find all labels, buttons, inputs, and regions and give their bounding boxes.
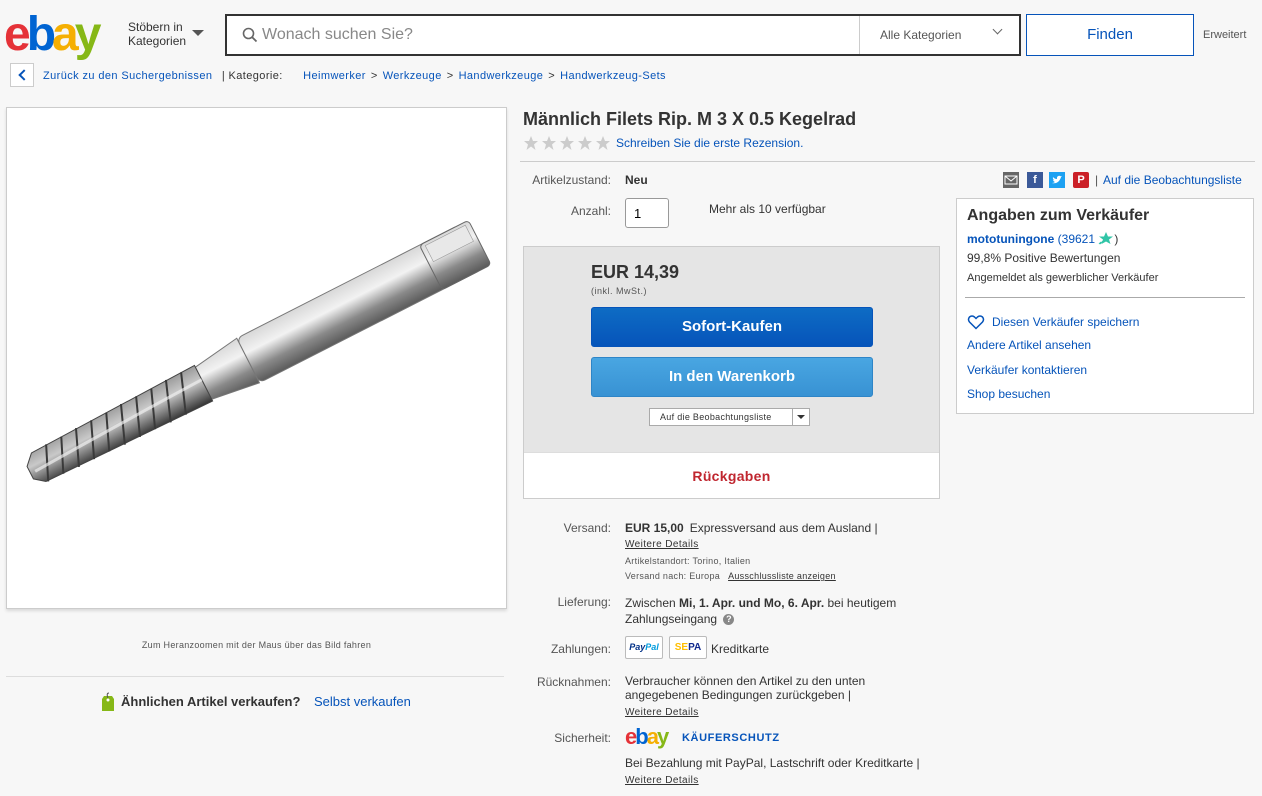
twitter-icon[interactable] <box>1049 172 1065 188</box>
rating-stars <box>524 136 610 150</box>
security-label: Sicherheit: <box>554 731 611 745</box>
star-icon <box>1099 232 1114 245</box>
browse-label-line1: Stöbern in <box>128 20 183 34</box>
buy-now-button[interactable]: Sofort-Kaufen <box>591 307 873 347</box>
quantity-label: Anzahl: <box>570 204 611 218</box>
security-description: Bei Bezahlung mit PayPal, Lastschrift od… <box>625 756 920 770</box>
ships-to-text: Versand nach: Europa <box>625 571 721 581</box>
ships-to: Versand nach: Europa Ausschlussliste anze… <box>625 571 836 581</box>
breadcrumb-item-heimwerker[interactable]: Heimwerker <box>303 70 366 82</box>
write-review-link[interactable]: Schreiben Sie die erste Rezension. <box>616 136 803 150</box>
returns-text: Verbraucher können den Artikel zu den un… <box>625 674 866 702</box>
item-title: Männlich Filets Rip. M 3 X 0.5 Kegelrad <box>523 109 857 129</box>
watchlist-dropdown[interactable] <box>792 409 809 425</box>
sell-similar-question: Ähnlichen Artikel verkaufen? <box>121 694 301 709</box>
exclusion-list-link[interactable]: Ausschlussliste anzeigen <box>728 571 836 581</box>
delivery-pre: Zwischen <box>625 596 676 610</box>
feedback-close: ) <box>1114 232 1119 246</box>
chevron-down-icon[interactable] <box>192 30 204 36</box>
registered-business: Angemeldet als gewerblicher Verkäufer <box>967 272 1159 284</box>
sepa-icon: SEPA <box>669 636 707 659</box>
help-icon[interactable]: ? <box>723 614 735 626</box>
returns-label: Rücknahmen: <box>536 675 611 689</box>
shipping-info: EUR 15,00 Expressversand aus dem Ausland … <box>625 521 878 535</box>
divider <box>965 297 1245 298</box>
delivery-dates: Mi, 1. Apr. und Mo, 6. Apr. <box>679 596 825 610</box>
credit-card-text: Kreditkarte <box>711 642 770 656</box>
add-to-cart-button[interactable]: In den Warenkorb <box>591 357 873 397</box>
email-icon[interactable] <box>1003 172 1019 188</box>
other-items-link[interactable]: Andere Artikel ansehen <box>967 338 1091 352</box>
shipping-details-link[interactable]: Weitere Details <box>625 539 699 550</box>
price: EUR 14,39 <box>591 262 680 282</box>
paypal-icon: PayPal <box>625 636 663 659</box>
delivery-label: Lieferung: <box>557 595 611 609</box>
breadcrumb-separator: > <box>446 70 454 82</box>
shipping-price: EUR 15,00 <box>625 521 684 535</box>
find-button[interactable]: Finden <box>1026 14 1194 56</box>
breadcrumb-item-handwerkzeuge[interactable]: Handwerkzeuge <box>459 70 544 82</box>
chevron-left-icon <box>18 69 30 81</box>
vat-note: (inkl. MwSt.) <box>591 286 647 296</box>
feedback-score-link[interactable]: 39621 <box>1062 232 1095 246</box>
breadcrumb: Zurück zu den Suchergebnissen | Kategori… <box>43 70 666 82</box>
search-icon <box>242 27 258 43</box>
shipping-method: Expressversand aus dem Ausland | <box>689 521 878 535</box>
breadcrumb-item-handwerkzeug-sets[interactable]: Handwerkzeug-Sets <box>560 70 666 82</box>
category-label: | Kategorie: <box>221 70 283 82</box>
product-image-panel[interactable] <box>6 107 507 609</box>
security-details-link[interactable]: Weitere Details <box>625 775 699 786</box>
seller-name-link[interactable]: mototuningone <box>967 232 1054 246</box>
watchlist-label: Auf die Beobachtungsliste <box>660 412 772 422</box>
heart-icon[interactable] <box>967 314 985 330</box>
breadcrumb-item-werkzeuge[interactable]: Werkzeuge <box>383 70 442 82</box>
price-tag-icon <box>102 692 114 711</box>
buyer-protection-label: KÄUFERSCHUTZ <box>682 732 780 744</box>
availability-text: Mehr als 10 verfügbar <box>709 202 826 216</box>
visit-shop-link[interactable]: Shop besuchen <box>967 387 1050 401</box>
search-input[interactable] <box>262 18 852 52</box>
returns-link[interactable]: Rückgaben <box>524 452 939 498</box>
browse-categories-button[interactable]: Stöbern in Kategorien <box>128 20 186 48</box>
ebay-logo[interactable]: ebay <box>4 10 124 60</box>
add-to-watchlist-button[interactable]: Auf die Beobachtungsliste <box>649 408 810 426</box>
condition-value: Neu <box>625 173 648 187</box>
divider <box>520 161 1255 162</box>
seller-info-title: Angaben zum Verkäufer <box>967 207 1150 224</box>
browse-label-line2: Kategorien <box>128 34 187 48</box>
ebay-small-logo: ebay <box>625 724 669 749</box>
watchlist-link[interactable]: Auf die Beobachtungsliste <box>1103 173 1242 187</box>
category-select-value: Alle Kategorien <box>880 28 962 42</box>
separator: | <box>1095 173 1099 187</box>
quantity-input[interactable] <box>625 198 669 228</box>
shipping-label: Versand: <box>563 521 611 535</box>
breadcrumb-separator: > <box>370 70 378 82</box>
zoom-hint: Zum Heranzoomen mit der Maus über das Bi… <box>141 640 372 650</box>
sell-yourself-link[interactable]: Selbst verkaufen <box>314 694 411 709</box>
save-seller-link[interactable]: Diesen Verkäufer speichern <box>992 315 1139 329</box>
back-button[interactable] <box>10 63 34 87</box>
contact-seller-link[interactable]: Verkäufer kontaktieren <box>967 363 1087 377</box>
payment-label: Zahlungen: <box>550 642 611 656</box>
item-location: Artikelstandort: Torino, Italien <box>625 556 751 566</box>
caret-down-icon <box>797 415 805 419</box>
facebook-icon[interactable]: f <box>1027 172 1043 188</box>
delivery-info: Zwischen Mi, 1. Apr. und Mo, 6. Apr. bei… <box>625 595 935 627</box>
category-select[interactable]: Alle Kategorien <box>859 16 1019 54</box>
breadcrumb-separator: > <box>548 70 556 82</box>
divider <box>6 676 504 677</box>
condition-label: Artikelzustand: <box>532 173 611 187</box>
security-text: Bei Bezahlung mit PayPal, Lastschrift od… <box>625 755 925 789</box>
back-to-results-link[interactable]: Zurück zu den Suchergebnissen <box>43 70 212 82</box>
seller-name-row: mototuningone (39621 ) <box>967 231 1118 246</box>
product-image <box>26 221 491 483</box>
advanced-search-link[interactable]: Erweitert <box>1203 29 1246 41</box>
positive-feedback: 99,8% Positive Bewertungen <box>967 251 1121 265</box>
pinterest-icon[interactable]: P <box>1073 172 1089 188</box>
returns-details-link[interactable]: Weitere Details <box>625 707 699 718</box>
